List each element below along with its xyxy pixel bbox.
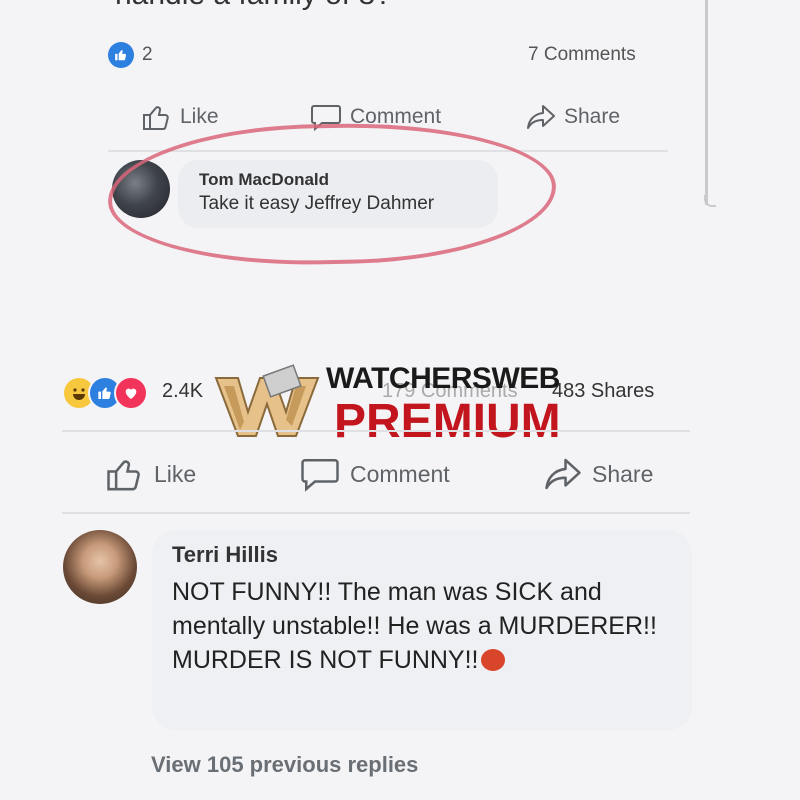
like-button[interactable]: Like xyxy=(142,103,219,131)
reaction-summary[interactable]: 2 xyxy=(108,42,153,68)
comment-button-2[interactable]: Comment xyxy=(300,456,450,492)
thumbs-up-icon-2 xyxy=(106,456,144,492)
like-label: Like xyxy=(180,105,219,128)
share-arrow-icon xyxy=(526,103,556,131)
card-border xyxy=(705,0,708,205)
reaction-count: 2 xyxy=(142,44,153,65)
post-text-fragment: handle a family of 8? xyxy=(115,0,392,12)
share-button[interactable]: Share xyxy=(526,103,620,131)
like-reaction-icon xyxy=(108,42,134,68)
divider-3 xyxy=(62,512,690,514)
comments-count-link[interactable]: 7 Comments xyxy=(528,44,636,66)
share-label-2: Share xyxy=(592,460,654,487)
comment-author-name-2[interactable]: Terri Hillis xyxy=(172,542,278,568)
watermark-premium: PREMIUM xyxy=(334,395,561,448)
avatar-terri-hillis[interactable] xyxy=(63,530,137,604)
reaction-icons[interactable] xyxy=(62,376,148,410)
annotation-circle xyxy=(106,119,558,269)
comment-label-2: Comment xyxy=(350,460,450,487)
card-corner xyxy=(704,195,716,207)
thumbs-up-icon xyxy=(142,103,172,131)
angry-face-icon xyxy=(480,649,505,671)
watermark-title: WATCHERSWEB xyxy=(326,362,560,395)
share-label: Share xyxy=(564,105,621,128)
like-button-2[interactable]: Like xyxy=(106,456,196,492)
divider-2 xyxy=(62,430,690,432)
love-reaction-icon xyxy=(114,376,148,410)
reaction-count-2: 2.4K xyxy=(162,380,204,402)
like-label-2: Like xyxy=(154,460,197,487)
comment-bubble-icon-2 xyxy=(300,456,340,492)
comment-text-2: NOT FUNNY!! The man was SICK and mentall… xyxy=(172,575,682,677)
view-previous-replies-link[interactable]: View 105 previous replies xyxy=(151,752,418,778)
comment-text-body: NOT FUNNY!! The man was SICK and mentall… xyxy=(172,578,657,674)
watchersweb-logo xyxy=(212,360,322,440)
share-arrow-icon-2 xyxy=(544,456,582,492)
shares-count-link[interactable]: 483 Shares xyxy=(552,380,654,403)
share-button-2[interactable]: Share xyxy=(544,456,653,492)
